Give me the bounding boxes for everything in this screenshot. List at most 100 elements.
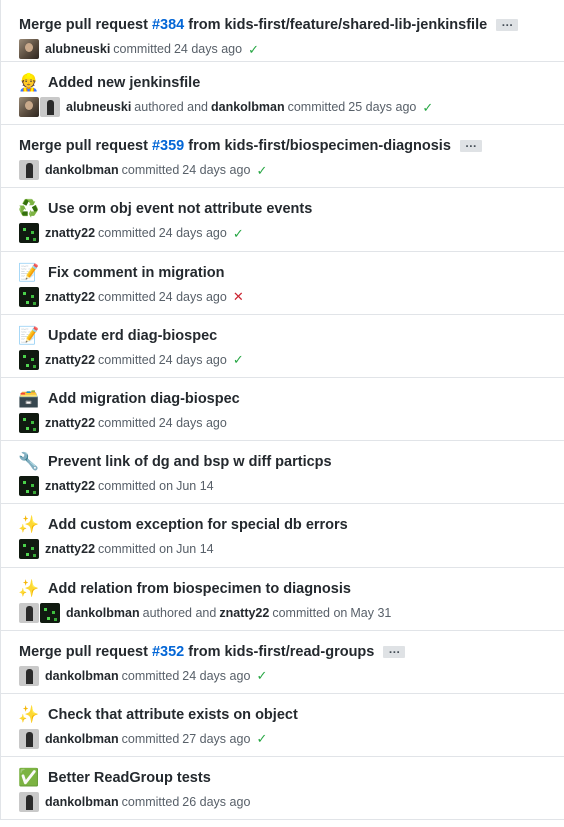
- avatar-znatty22[interactable]: [19, 223, 39, 244]
- commit-item-10: ✨ Add relation from biospecimen to diagn…: [0, 567, 564, 631]
- commit-message[interactable]: Add custom exception for special db erro…: [48, 517, 348, 533]
- commit-meta-row: dankolbman committed 26 days ago: [19, 791, 556, 813]
- memo-icon: 📝: [18, 262, 40, 282]
- avatar-dankolbman[interactable]: [19, 728, 39, 749]
- commit-message[interactable]: Check that attribute exists on object: [48, 707, 298, 723]
- memo-icon: 📝: [18, 325, 40, 345]
- avatar-dankolbman[interactable]: [19, 160, 39, 181]
- pull-request-link[interactable]: #359: [152, 138, 184, 154]
- avatar-dankolbman[interactable]: [19, 602, 39, 623]
- commit-message[interactable]: Use orm obj event not attribute events: [48, 201, 312, 217]
- commit-message[interactable]: Add relation from biospecimen to diagnos…: [48, 581, 351, 597]
- check-icon[interactable]: ✓: [255, 669, 268, 682]
- commit-title-row: Merge pull request #352 from kids-first/…: [19, 641, 556, 663]
- commit-message-text[interactable]: Better ReadGroup tests: [48, 770, 211, 786]
- commit-message-text[interactable]: Prevent link of dg and bsp w diff partic…: [48, 454, 332, 470]
- commit-message[interactable]: Merge pull request #359 from kids-first/…: [19, 138, 451, 154]
- avatar-dankolbman[interactable]: [19, 665, 39, 686]
- commit-message[interactable]: Better ReadGroup tests: [48, 770, 211, 786]
- author-role-text: committed on: [98, 479, 174, 494]
- commit-time: Jun 14: [176, 542, 214, 557]
- commit-message[interactable]: Added new jenkinsfile: [48, 75, 200, 91]
- check-icon[interactable]: ✓: [255, 164, 268, 177]
- check-icon[interactable]: ✓: [421, 101, 434, 114]
- author-link[interactable]: dankolbman: [45, 669, 119, 683]
- commit-message-text[interactable]: Merge pull request: [19, 17, 152, 33]
- commit-message[interactable]: Update erd diag-biospec: [48, 328, 217, 344]
- commit-authors: dankolbman committed: [45, 667, 182, 685]
- commit-meta-row: dankolbman authored and znatty22 committed …: [19, 602, 556, 624]
- x-icon[interactable]: ✕: [232, 290, 245, 303]
- author-link[interactable]: znatty22: [45, 353, 95, 367]
- author-link[interactable]: dankolbman: [45, 795, 119, 809]
- commit-time: 24 days ago: [158, 415, 227, 430]
- pull-request-link[interactable]: #384: [152, 17, 184, 33]
- commit-message[interactable]: Fix comment in migration: [48, 265, 224, 281]
- commit-message-text[interactable]: Update erd diag-biospec: [48, 328, 217, 344]
- author-role-text: committed: [121, 163, 180, 178]
- commit-authors: znatty22 committed on: [45, 477, 176, 495]
- avatar-znatty22[interactable]: [19, 539, 39, 560]
- commit-message-text[interactable]: Added new jenkinsfile: [48, 75, 200, 91]
- commit-message[interactable]: Prevent link of dg and bsp w diff partic…: [48, 454, 332, 470]
- commit-authors: alubneuski authored and dankolbman committe…: [66, 98, 348, 116]
- commit-authors: znatty22 committed: [45, 224, 159, 242]
- avatar-stack: [19, 286, 39, 307]
- avatar-alubneuski[interactable]: [19, 97, 39, 117]
- avatar-znatty22[interactable]: [19, 412, 39, 433]
- commit-message-text[interactable]: Fix comment in migration: [48, 265, 224, 281]
- commit-message-text[interactable]: Add relation from biospecimen to diagnos…: [48, 581, 351, 597]
- commit-title-row: ✨ Add custom exception for special db er…: [18, 514, 556, 536]
- author-link[interactable]: dankolbman: [45, 732, 119, 746]
- author-link[interactable]: znatty22: [219, 606, 269, 620]
- avatar-stack: [19, 349, 39, 370]
- avatar-znatty22[interactable]: [19, 349, 39, 370]
- expand-commit-message-button[interactable]: …: [459, 137, 482, 153]
- author-link[interactable]: znatty22: [45, 226, 95, 240]
- author-link[interactable]: dankolbman: [45, 163, 119, 177]
- commit-message-text[interactable]: Merge pull request: [19, 138, 152, 154]
- author-link[interactable]: dankolbman: [66, 606, 140, 620]
- author-link[interactable]: alubneuski: [66, 100, 131, 114]
- commit-message-branch-text[interactable]: from kids-first/feature/shared-lib-jenki…: [184, 17, 487, 33]
- commit-time: Jun 14: [176, 479, 214, 494]
- expand-commit-message-button[interactable]: …: [496, 16, 519, 31]
- commit-message[interactable]: Merge pull request #384 from kids-first/…: [19, 17, 487, 33]
- commit-message-text[interactable]: Check that attribute exists on object: [48, 707, 298, 723]
- commit-message[interactable]: Merge pull request #352 from kids-first/…: [19, 644, 374, 660]
- avatar-dankolbman[interactable]: [19, 792, 39, 813]
- author-role-text: committed: [287, 100, 346, 114]
- sparkles-icon: ✨: [18, 704, 40, 724]
- avatar-znatty22[interactable]: [19, 476, 39, 497]
- commit-title-row: ✅ Better ReadGroup tests: [18, 767, 556, 789]
- avatar-dankolbman[interactable]: [40, 97, 60, 117]
- avatar-znatty22[interactable]: [40, 602, 60, 623]
- author-link[interactable]: dankolbman: [211, 100, 285, 114]
- author-link[interactable]: alubneuski: [45, 42, 110, 56]
- author-link[interactable]: znatty22: [45, 290, 95, 304]
- commit-message-branch-text[interactable]: from kids-first/read-groups: [184, 644, 374, 660]
- avatar-alubneuski[interactable]: [19, 39, 39, 59]
- avatar-znatty22[interactable]: [19, 286, 39, 307]
- commit-message-text[interactable]: Merge pull request: [19, 644, 152, 660]
- author-role-text: committed: [98, 415, 156, 430]
- commit-authors: dankolbman committed: [45, 161, 182, 179]
- commit-message-text[interactable]: Add migration diag-biospec: [48, 391, 240, 407]
- commit-message-branch-text[interactable]: from kids-first/biospecimen-diagnosis: [184, 138, 451, 154]
- construction-worker-icon: 👷: [18, 73, 40, 92]
- check-icon[interactable]: ✓: [232, 227, 245, 240]
- recycle-icon: ♻️: [18, 199, 40, 219]
- author-role-text: authored and: [142, 605, 217, 620]
- author-link[interactable]: znatty22: [45, 479, 95, 493]
- commit-message[interactable]: Add migration diag-biospec: [48, 391, 240, 407]
- check-icon[interactable]: ✓: [232, 353, 245, 366]
- commit-message-text[interactable]: Add custom exception for special db erro…: [48, 517, 348, 533]
- author-link[interactable]: znatty22: [45, 542, 95, 556]
- pull-request-link[interactable]: #352: [152, 644, 184, 660]
- commit-message-text[interactable]: Use orm obj event not attribute events: [48, 201, 312, 217]
- commit-authors: znatty22 committed on: [45, 540, 176, 558]
- check-icon[interactable]: ✓: [255, 732, 268, 745]
- expand-commit-message-button[interactable]: …: [383, 643, 406, 658]
- author-link[interactable]: znatty22: [45, 416, 95, 430]
- check-icon[interactable]: ✓: [247, 43, 260, 56]
